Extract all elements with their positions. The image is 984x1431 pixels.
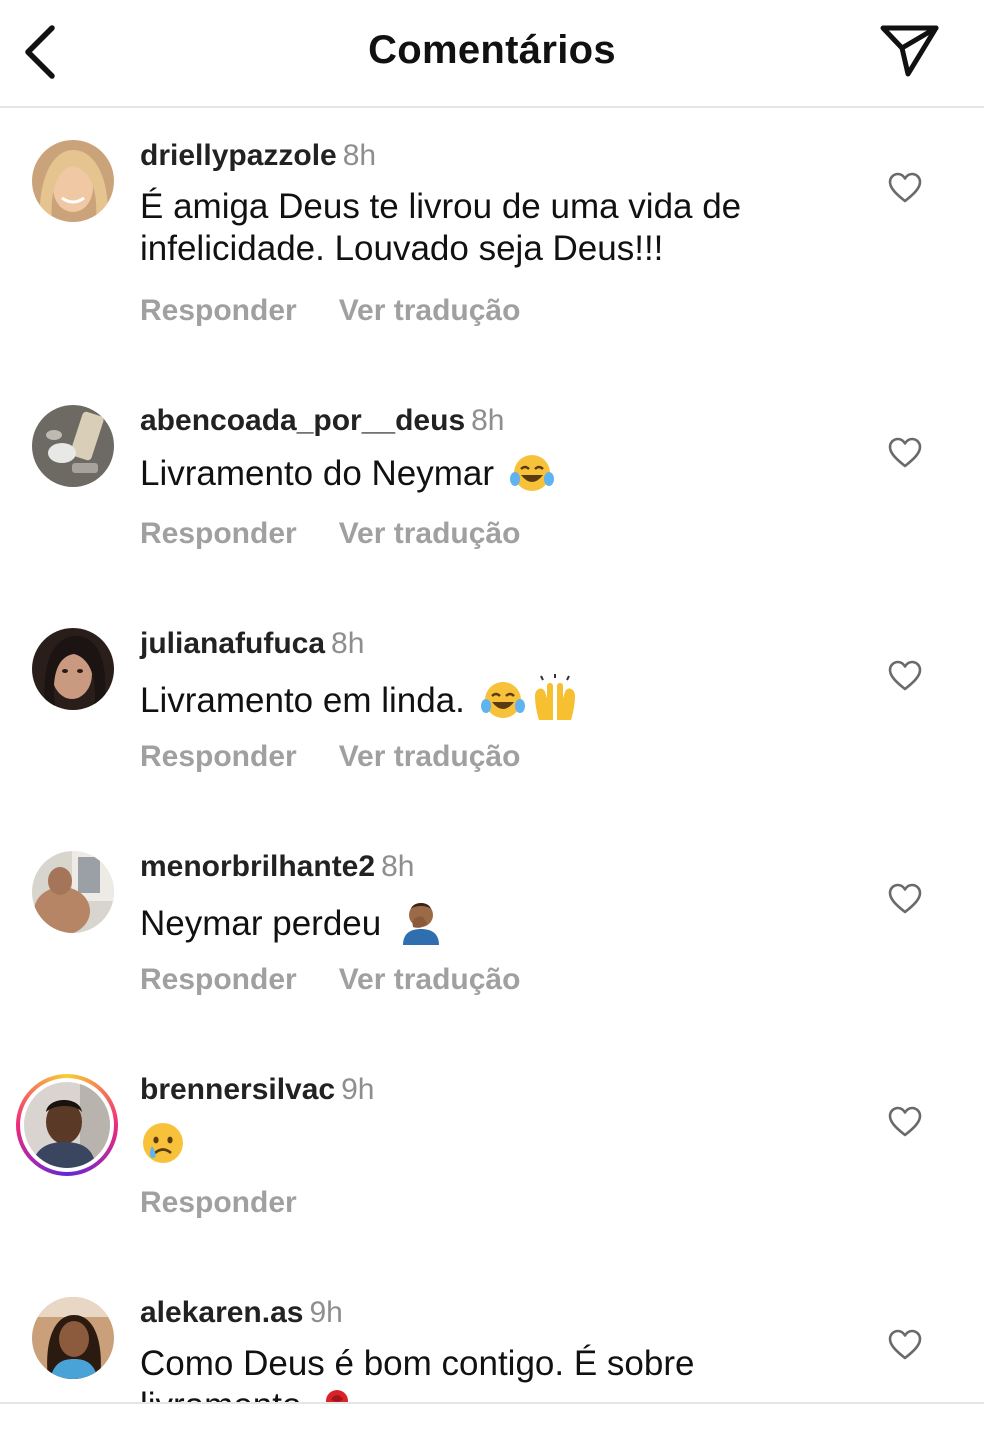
paper-plane-icon[interactable]	[878, 22, 942, 80]
avatar[interactable]	[32, 628, 114, 710]
comment-meta: alekaren.as 9h	[140, 1295, 343, 1331]
comment-text: É amiga Deus te livrou de uma vida de in…	[140, 186, 840, 270]
comment-list: driellypazzole 8h É amiga Deus te livrou …	[0, 110, 984, 1402]
comment-line: É amiga Deus te livrou de uma vida de	[140, 187, 742, 226]
timestamp: 8h	[471, 404, 505, 437]
comment-text: Livramento em linda.	[140, 674, 840, 722]
reply-button[interactable]: Responder	[140, 740, 297, 774]
timestamp: 8h	[342, 139, 377, 172]
heart-icon[interactable]	[888, 883, 922, 915]
comment-line: Neymar perdeu	[140, 904, 382, 943]
reply-button[interactable]: Responder	[140, 294, 297, 328]
rose-emoji	[326, 1390, 349, 1402]
reply-button[interactable]: Responder	[140, 963, 297, 997]
comment-meta: abencoada_por__deus 8h	[140, 403, 505, 439]
heart-icon[interactable]	[888, 1329, 922, 1361]
translate-button[interactable]: Ver tradução	[339, 740, 521, 774]
avatar[interactable]	[32, 851, 114, 933]
avatar	[24, 1082, 110, 1168]
avatar[interactable]	[32, 1297, 114, 1379]
header-bar: Comentários	[0, 0, 984, 108]
comment-meta: brennersilvac 9h	[140, 1072, 374, 1108]
comment-actions: Responder Ver tradução	[140, 294, 520, 328]
comment-line: Livramento em linda.	[140, 681, 465, 720]
facepalm-emoji	[402, 903, 439, 945]
avatar-story-ring[interactable]	[16, 1074, 118, 1176]
avatar[interactable]	[32, 405, 114, 487]
timestamp: 9h	[309, 1296, 343, 1329]
translate-button[interactable]: Ver tradução	[339, 517, 521, 551]
username[interactable]: julianafufuca	[140, 627, 325, 660]
tears-of-joy-emoji	[509, 455, 554, 491]
comment-line: infelicidade. Louvado seja Deus!!!	[140, 229, 664, 268]
timestamp: 8h	[331, 627, 365, 660]
username[interactable]: menorbrilhante2	[140, 850, 375, 883]
timestamp: 8h	[381, 850, 415, 883]
heart-icon[interactable]	[888, 1106, 922, 1138]
comment-actions: Responder Ver tradução	[140, 517, 520, 551]
reply-button[interactable]: Responder	[140, 517, 297, 551]
heart-icon[interactable]	[888, 437, 922, 469]
comment-text: Neymar perdeu	[140, 897, 840, 945]
comment-actions: Responder Ver tradução	[140, 740, 520, 774]
comment-text: Livramento do Neymar	[140, 451, 840, 495]
heart-icon[interactable]	[888, 660, 922, 692]
timestamp: 9h	[341, 1073, 375, 1106]
comment-line-2: livramento	[140, 1385, 840, 1402]
comment-meta: menorbrilhante2 8h	[140, 849, 414, 885]
username[interactable]: brennersilvac	[140, 1073, 335, 1106]
comment-text: Como Deus é bom contigo. É sobre livrame…	[140, 1343, 840, 1402]
translate-button[interactable]: Ver tradução	[339, 963, 521, 997]
crying-face-emoji	[143, 1123, 183, 1163]
reply-button[interactable]: Responder	[140, 1186, 297, 1220]
comment-meta: julianafufuca 8h	[140, 626, 364, 662]
username[interactable]: alekaren.as	[140, 1296, 303, 1329]
page-title: Comentários	[368, 28, 616, 72]
comment-line: livramento	[140, 1386, 301, 1402]
comment-line: Como Deus é bom contigo. É sobre	[140, 1344, 695, 1383]
divider	[0, 1402, 984, 1404]
username[interactable]: abencoada_por__deus	[140, 404, 465, 437]
raising-hands-emoji	[534, 674, 575, 720]
heart-icon[interactable]	[888, 172, 922, 204]
tears-of-joy-emoji	[480, 682, 525, 718]
comment-actions: Responder	[140, 1186, 297, 1220]
translate-button[interactable]: Ver tradução	[339, 294, 521, 328]
avatar[interactable]	[32, 140, 114, 222]
comment-text	[140, 1120, 840, 1176]
comment-actions: Responder Ver tradução	[140, 963, 520, 997]
username[interactable]: driellypazzole	[140, 139, 337, 172]
comment-line: Livramento do Neymar	[140, 454, 495, 493]
comment-meta: driellypazzole 8h	[140, 138, 376, 174]
